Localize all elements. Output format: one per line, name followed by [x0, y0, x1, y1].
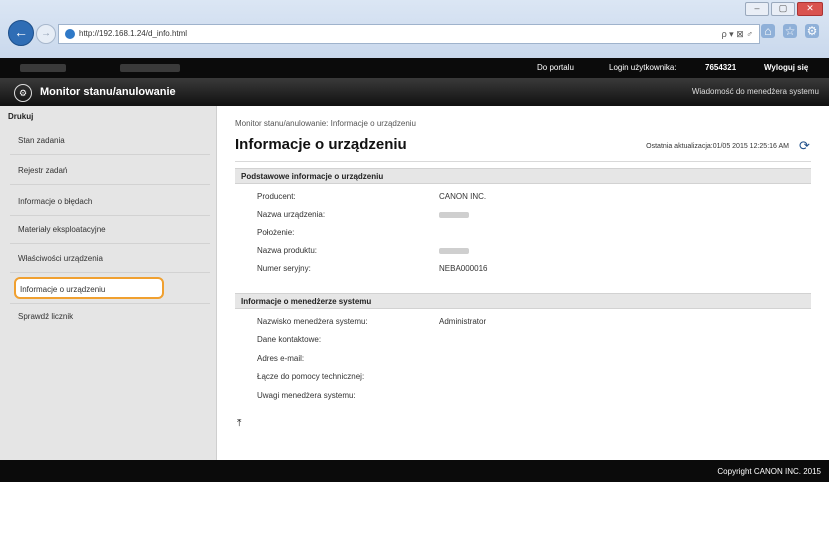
section-header-basic-info: Podstawowe informacje o urządzeniu: [235, 168, 811, 184]
row-label-device-name: Nazwa urządzenia:: [257, 210, 326, 219]
star-icon[interactable]: ☆: [783, 24, 797, 38]
app-logo-icon: ⚙: [14, 84, 32, 102]
sidebar: Drukuj Stan zadania Rejestr zadań Inform…: [0, 106, 217, 460]
row-label-product-name: Nazwa produktu:: [257, 246, 318, 255]
refresh-icon[interactable]: ⟳: [799, 139, 813, 153]
sidebar-item-job-status[interactable]: Stan zadania: [14, 130, 164, 152]
row-label-manager-name: Nazwisko menedżera systemu:: [257, 317, 368, 326]
login-id: 7654321: [705, 63, 737, 72]
forward-arrow-icon[interactable]: →: [36, 24, 56, 44]
sidebar-item-job-log[interactable]: Rejestr zadań: [14, 160, 164, 182]
row-label-serial-number: Numer seryjny:: [257, 264, 311, 273]
sidebar-divider: [10, 215, 210, 216]
row-value-manager-name: Administrator: [439, 317, 487, 326]
footer: Copyright CANON INC. 2015: [0, 460, 829, 482]
app-titlebar: ⚙ Monitor stanu/anulowanie Wiadomość do …: [0, 78, 829, 106]
address-bar-controls[interactable]: ρ ▾ ⊠ ♂: [722, 25, 753, 43]
url-text: http://192.168.1.24/d_info.html: [79, 29, 188, 38]
gear-icon[interactable]: ⚙: [805, 24, 819, 38]
copyright-text: Copyright CANON INC. 2015: [717, 467, 821, 476]
logout-link[interactable]: Wyloguj się: [764, 63, 808, 72]
sidebar-header: Drukuj: [8, 112, 34, 121]
row-label-contact: Dane kontaktowe:: [257, 335, 322, 344]
maximize-button[interactable]: ▢: [771, 2, 795, 16]
row-value-serial-number: NEBA000016: [439, 264, 488, 273]
section-header-system-manager: Informacje o menedżerze systemu: [235, 293, 811, 309]
sidebar-item-error-info[interactable]: Informacje o błędach: [14, 191, 164, 213]
app-title: Monitor stanu/anulowanie: [40, 86, 176, 98]
row-value-manufacturer: CANON INC.: [439, 192, 487, 201]
sidebar-item-device-info[interactable]: Informacje o urządzeniu: [14, 277, 164, 299]
system-manager-message-link[interactable]: Wiadomość do menedżera systemu: [692, 87, 819, 96]
row-label-manager-notes: Uwagi menedżera systemu:: [257, 391, 356, 400]
blurred-device-name: [20, 64, 66, 72]
breadcrumb: Monitor stanu/anulowanie: Informacje o u…: [235, 119, 416, 128]
ie-icon: [65, 28, 75, 39]
sidebar-divider: [10, 154, 210, 155]
title-divider: [235, 161, 811, 162]
blurred-product-name-value: [439, 248, 469, 254]
blurred-device-name-value: [439, 212, 469, 218]
sidebar-divider: [10, 272, 210, 273]
browser-tools: ⌂ ☆ ⚙: [761, 24, 819, 38]
sidebar-divider: [10, 303, 210, 304]
row-label-manufacturer: Producent:: [257, 192, 296, 201]
portal-link[interactable]: Do portalu: [537, 63, 574, 72]
main-content: Monitor stanu/anulowanie: Informacje o u…: [217, 106, 829, 460]
last-update-text: Ostatnia aktualizacja:01/05 2015 12:25:1…: [646, 143, 789, 150]
back-to-top-icon[interactable]: ⤒: [237, 418, 241, 429]
browser-chrome: – ▢ ✕ ← → http://192.168.1.24/d_info.htm…: [0, 0, 829, 59]
row-label-email: Adres e-mail:: [257, 354, 305, 363]
address-bar[interactable]: http://192.168.1.24/d_info.html ρ ▾ ⊠ ♂: [58, 24, 760, 44]
row-label-location: Położenie:: [257, 228, 295, 237]
home-icon[interactable]: ⌂: [761, 24, 775, 38]
top-bar: Do portalu Login użytkownika: 7654321 Wy…: [0, 58, 829, 78]
sidebar-divider: [10, 243, 210, 244]
page-title: Informacje o urządzeniu: [235, 136, 407, 153]
window-controls: – ▢ ✕: [745, 2, 823, 16]
back-arrow-icon[interactable]: ←: [8, 20, 34, 46]
sidebar-item-check-counter[interactable]: Sprawdź licznik: [14, 306, 164, 328]
login-label: Login użytkownika:: [609, 63, 677, 72]
close-button[interactable]: ✕: [797, 2, 823, 16]
sidebar-divider: [10, 184, 210, 185]
sidebar-item-device-features[interactable]: Właściwości urządzenia: [14, 248, 164, 270]
minimize-button[interactable]: –: [745, 2, 769, 16]
row-label-support-link: Łącze do pomocy technicznej:: [257, 372, 365, 381]
blurred-device-model: [120, 64, 180, 72]
sidebar-item-consumables[interactable]: Materiały eksploatacyjne: [14, 219, 164, 241]
